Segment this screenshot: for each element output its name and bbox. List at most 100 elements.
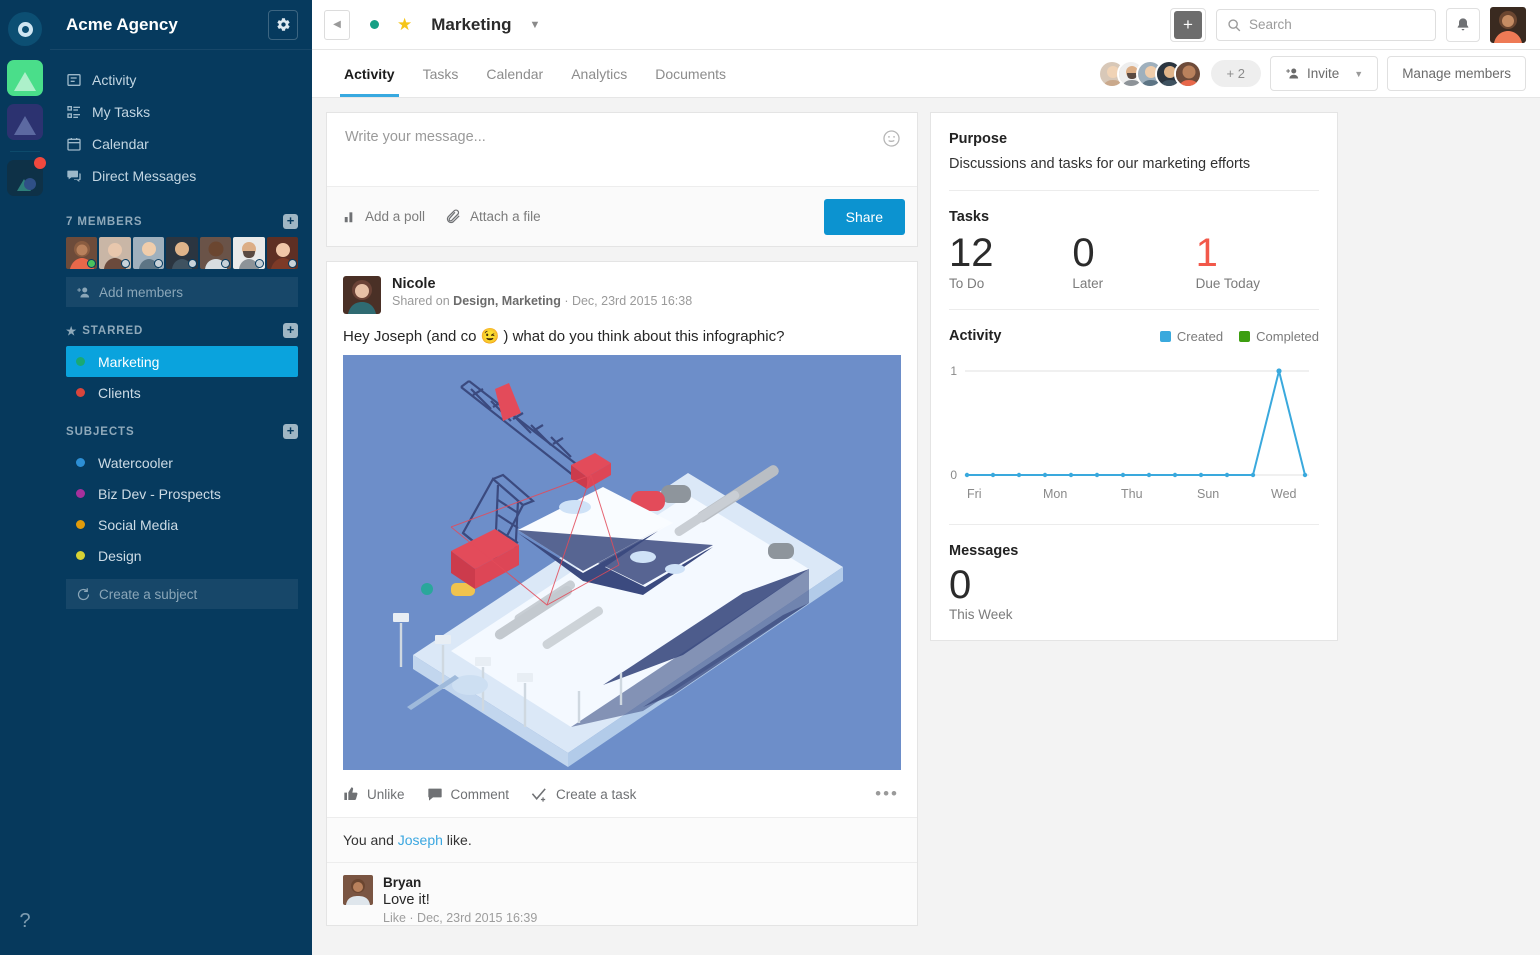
message-input[interactable]: Write your message... (327, 113, 917, 186)
avatar[interactable] (99, 237, 131, 269)
comment-item: Bryan Love it! Like · Dec, 23rd 2015 16:… (327, 863, 917, 925)
create-button[interactable]: + (1170, 7, 1206, 42)
sidebar-item-my-tasks[interactable]: My Tasks (50, 96, 312, 128)
add-subject-icon[interactable]: + (283, 424, 298, 439)
stat-later[interactable]: 0 Later (1072, 231, 1195, 291)
workspace-tile-dark[interactable] (7, 157, 46, 196)
back-arrow-icon[interactable]: ◀ (324, 9, 350, 40)
post-image[interactable] (343, 355, 901, 770)
post-channels[interactable]: Design, Marketing (453, 294, 561, 308)
add-person-icon (1285, 66, 1300, 81)
help-icon[interactable]: ? (19, 910, 30, 933)
sidebar-item-calendar[interactable]: Calendar (50, 128, 312, 160)
sidebar-item-watercooler[interactable]: Watercooler (66, 447, 298, 478)
messages-label: This Week (949, 607, 1013, 622)
avatar[interactable] (132, 237, 165, 269)
paperclip-icon (445, 208, 462, 225)
add-members-input[interactable]: Add members (66, 277, 298, 307)
add-members-label: Add members (99, 284, 184, 300)
liker-link[interactable]: Joseph (398, 832, 443, 848)
y-tick-top: 1 (950, 364, 957, 378)
legend-completed[interactable]: Completed (1239, 329, 1319, 344)
stat-value: 12 (949, 231, 994, 275)
manage-members-button[interactable]: Manage members (1387, 56, 1526, 91)
bell-icon[interactable] (1446, 7, 1480, 42)
activity-chart-section: Activity Created Completed 1 0 Fri Mon T… (949, 310, 1319, 525)
comment-button[interactable]: Comment (427, 786, 510, 802)
smiley-icon[interactable] (882, 129, 901, 148)
tab-tasks[interactable]: Tasks (409, 50, 473, 97)
workspace-tile-navy[interactable] (7, 104, 43, 140)
tabs: Activity Tasks Calendar Analytics Docume… (312, 50, 740, 97)
sidebar-header: Acme Agency (50, 0, 312, 50)
subject-color-dot (76, 520, 85, 529)
create-subject-input[interactable]: Create a subject (66, 579, 298, 609)
stat-due-today[interactable]: 1 Due Today (1196, 231, 1319, 291)
add-starred-icon[interactable]: + (283, 323, 298, 338)
activity-line-chart[interactable]: 1 0 Fri Mon Thu Sun Wed (949, 356, 1319, 506)
avatar[interactable] (343, 276, 381, 314)
add-poll-label: Add a poll (365, 209, 426, 224)
activity-chart-header: Activity Created Completed (949, 328, 1319, 344)
ellipsis-icon[interactable]: ••• (875, 784, 899, 804)
add-member-icon[interactable]: + (283, 214, 298, 229)
avatar[interactable] (166, 237, 198, 269)
avatar[interactable] (1490, 6, 1526, 43)
sidebar-item-label: Calendar (92, 136, 149, 152)
top-bar: ◀ ★ Marketing ▼ + Search (312, 0, 1540, 50)
avatar[interactable] (266, 237, 298, 269)
x-tick: Mon (1043, 487, 1067, 501)
activity-icon (66, 72, 92, 88)
sidebar-item-clients[interactable]: Clients (66, 377, 298, 408)
sidebar-item-label: Watercooler (98, 454, 173, 471)
create-subject-label: Create a subject (99, 586, 198, 602)
attach-file-button[interactable]: Attach a file (445, 208, 541, 225)
gear-icon[interactable] (268, 9, 298, 40)
share-button[interactable]: Share (823, 198, 905, 235)
member-overflow-badge[interactable]: + 2 (1210, 60, 1261, 87)
purpose-title: Purpose (949, 131, 1008, 147)
stat-todo[interactable]: 12 To Do (949, 231, 1072, 291)
comment-body: Love it! (383, 892, 430, 908)
avatar[interactable] (199, 237, 232, 269)
sidebar-item-social-media[interactable]: Social Media (66, 509, 298, 540)
invite-button[interactable]: Invite ▼ (1269, 56, 1379, 91)
sidebar-item-design[interactable]: Design (66, 540, 298, 571)
tab-analytics[interactable]: Analytics (557, 50, 641, 97)
star-icon[interactable]: ★ (397, 15, 412, 35)
chevron-down-icon[interactable]: ▼ (530, 19, 541, 31)
tab-documents[interactable]: Documents (641, 50, 740, 97)
tab-calendar[interactable]: Calendar (472, 50, 557, 97)
members-count-label: 7 MEMBERS (66, 215, 143, 228)
member-avatar-stack (1097, 59, 1202, 88)
add-poll-button[interactable]: Add a poll (343, 209, 425, 224)
sidebar-item-direct-messages[interactable]: Direct Messages (50, 160, 312, 192)
sidebar-item-marketing[interactable]: Marketing (66, 346, 298, 377)
sidebar-item-activity[interactable]: Activity (50, 64, 312, 96)
avatar[interactable] (1173, 59, 1202, 88)
comment-author: Bryan (383, 875, 422, 890)
message-placeholder: Write your message... (345, 129, 486, 145)
avatar[interactable] (343, 875, 373, 905)
thumbs-up-icon (343, 786, 359, 802)
unlike-button[interactable]: Unlike (343, 786, 405, 802)
workspace-tile-green[interactable] (7, 60, 43, 96)
sidebar-item-biz-dev-prospects[interactable]: Biz Dev - Prospects (66, 478, 298, 509)
search-placeholder: Search (1249, 17, 1292, 32)
stat-label: Later (1072, 276, 1104, 291)
avatar[interactable] (66, 237, 98, 269)
member-avatar-list (50, 237, 312, 269)
post-actions: Unlike Comment Create a task ••• (327, 770, 917, 818)
purpose-text: Discussions and tasks for our marketing … (949, 156, 1251, 172)
legend-created[interactable]: Created (1159, 329, 1223, 344)
post-text: Hey Joseph (and co 😉 ) what do you think… (343, 328, 785, 345)
avatar[interactable] (233, 237, 265, 269)
search-input[interactable]: Search (1216, 8, 1436, 41)
tab-activity[interactable]: Activity (330, 50, 409, 97)
activity-feed: Write your message... Add a poll Attach … (326, 112, 918, 955)
composer-toolbar: Add a poll Attach a file Share (327, 186, 917, 246)
create-task-button[interactable]: Create a task (531, 786, 636, 803)
unlike-label: Unlike (367, 786, 405, 802)
comment-label: Comment (450, 786, 510, 802)
comment-meta[interactable]: Like · Dec, 23rd 2015 16:39 (383, 911, 537, 925)
